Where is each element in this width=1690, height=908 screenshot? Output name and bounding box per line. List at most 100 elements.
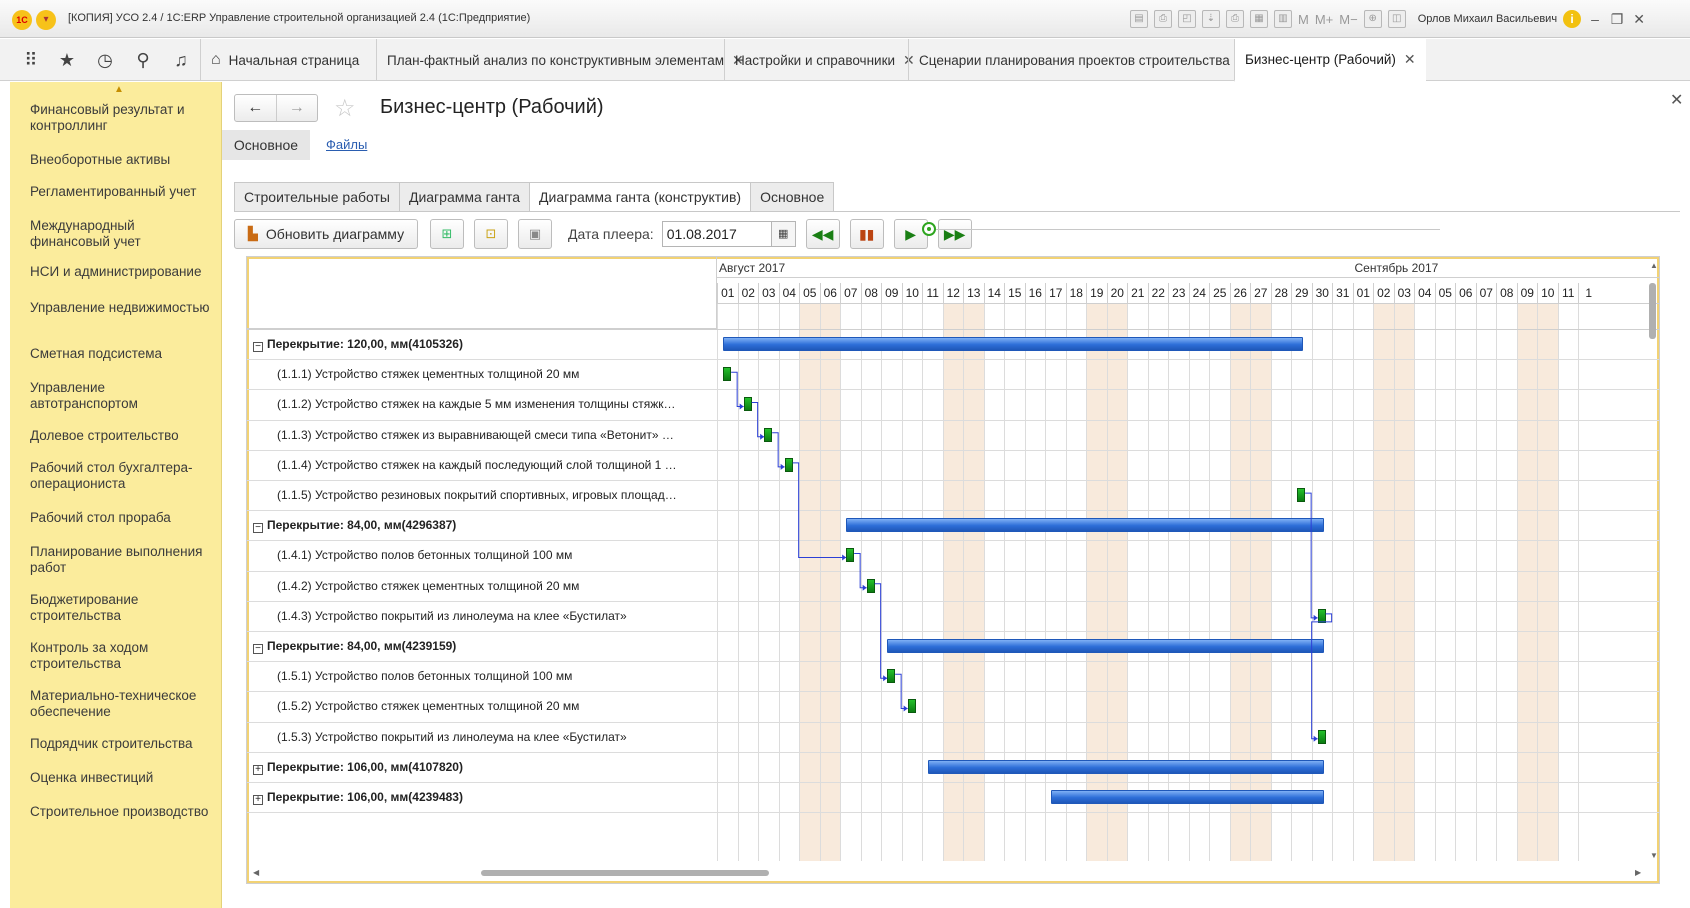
dependency-arrowhead	[903, 705, 908, 712]
refresh-chart-button[interactable]: ▙ Обновить диаграмму	[234, 219, 418, 249]
open-pages-bar: ⠿ ★ ◷ ⚲ ♫ ⌂ Начальная страница План-факт…	[0, 39, 1690, 82]
current-user[interactable]: Орлов Михаил Васильевич	[1418, 13, 1557, 25]
close-icon[interactable]: ✕	[1404, 51, 1416, 68]
memory-m-button[interactable]: М	[1298, 12, 1309, 27]
search-icon[interactable]: ⚲	[132, 49, 154, 71]
info-icon[interactable]: i	[1563, 10, 1582, 28]
link-icon[interactable]: ⇣	[1202, 10, 1220, 28]
scroll-down-icon[interactable]: ▼	[1650, 851, 1658, 860]
sidebar-item[interactable]: Управление автотранспортом	[30, 380, 216, 412]
player-slider-track[interactable]	[930, 229, 1440, 232]
sidebar-item[interactable]: НСИ и администрирование	[30, 264, 216, 280]
forward-arrow-icon[interactable]: →	[275, 95, 318, 121]
restore-icon[interactable]: ❐	[1609, 11, 1625, 28]
sidebar-item[interactable]: Оценка инвестиций	[30, 770, 216, 786]
tab-planning-scenarios[interactable]: Сценарии планирования проектов строитель…	[908, 39, 1259, 81]
collapse-all-button[interactable]: ⊡	[474, 219, 508, 249]
main-menu-icon[interactable]: ▾	[36, 10, 56, 30]
sidebar-item[interactable]: Сметная подсистема	[30, 346, 216, 362]
dependency-arrowhead	[1313, 735, 1318, 742]
horizontal-scrollbar[interactable]	[257, 869, 1647, 877]
scroll-left-icon[interactable]: ◀	[253, 868, 259, 877]
subtab-files-link[interactable]: Файлы	[326, 137, 367, 152]
sidebar-item[interactable]: Долевое строительство	[30, 428, 216, 444]
dependency-arrowhead	[760, 433, 765, 440]
back-arrow-icon[interactable]: ←	[235, 95, 276, 121]
tab-label: Сценарии планирования проектов строитель…	[919, 52, 1230, 68]
calendar-picker-icon[interactable]: ▦	[771, 221, 796, 247]
fast-forward-button[interactable]: ▶▶	[937, 219, 972, 249]
favorites-star-icon[interactable]: ★	[56, 49, 78, 71]
app-logo-icon: 1С	[12, 10, 32, 30]
subtab-main[interactable]: Основное	[222, 130, 310, 160]
pause-button[interactable]: ▮▮	[849, 219, 884, 249]
vertical-scrollbar[interactable]	[1647, 257, 1659, 861]
sidebar-item[interactable]: Планирование выполнения работ	[30, 544, 216, 576]
tab-construction-works[interactable]: Строительные работы	[234, 182, 400, 212]
calculator-icon[interactable]: ▦	[1250, 10, 1268, 28]
scroll-right-icon[interactable]: ▶	[1635, 868, 1641, 877]
dependency-arrowhead	[780, 463, 785, 470]
play-button[interactable]: ▶	[893, 219, 928, 249]
sidebar-item[interactable]: Управление недвижимостью	[30, 300, 216, 316]
tab-label: План-фактный анализ по конструктивным эл…	[387, 52, 724, 68]
sidebar-item[interactable]: Подрядчик строительства	[30, 736, 216, 752]
rewind-icon: ◀◀	[811, 225, 834, 242]
refresh-chart-label: Обновить диаграмму	[265, 226, 405, 242]
player-slider-knob[interactable]	[922, 222, 936, 236]
horizontal-scroll-thumb[interactable]	[481, 870, 769, 876]
sidebar-item[interactable]: Регламентированный учет	[30, 184, 216, 200]
play-icon: ▶	[905, 225, 917, 242]
settings-button[interactable]: ▣	[518, 219, 552, 249]
scroll-up-icon[interactable]: ▲	[1650, 261, 1658, 270]
history-nav: ← →	[234, 94, 318, 122]
panel-icon[interactable]: ◫	[1387, 10, 1406, 28]
apps-grid-icon[interactable]: ⠿	[20, 49, 42, 71]
dependency-arrowhead	[842, 554, 847, 561]
tab-main[interactable]: Основное	[751, 182, 835, 212]
sidebar-item[interactable]: Материально-техническое обеспечение	[30, 688, 216, 720]
rewind-button[interactable]: ◀◀	[805, 219, 840, 249]
favorite-star-icon[interactable]: ☆	[334, 94, 356, 123]
preview-icon[interactable]: ◰	[1178, 10, 1196, 28]
tab-plan-fact-analysis[interactable]: План-фактный анализ по конструктивным эл…	[376, 39, 754, 81]
gantt-chart: Август 2017 Сентябрь 2017 01 02 03 04 05 06 07 08…	[246, 256, 1660, 884]
sidebar-item[interactable]: Рабочий стол бухгалтера-операциониста	[30, 460, 216, 492]
sidebar-item[interactable]: Строительное производство	[30, 804, 216, 820]
sidebar-item[interactable]: Международный финансовый учет	[30, 218, 216, 250]
player-date-input[interactable]	[661, 221, 772, 247]
dependency-link	[854, 553, 867, 589]
tab-gantt-constructive[interactable]: Диаграмма ганта (конструктив)	[530, 182, 752, 212]
zoom-icon[interactable]: ⊕	[1363, 10, 1382, 28]
tab-business-center[interactable]: Бизнес-центр (Рабочий) ✕	[1234, 39, 1426, 82]
print-icon[interactable]: ⎙	[1154, 10, 1172, 28]
dependency-link	[874, 583, 888, 679]
sidebar-item[interactable]: Контроль за ходом строительства	[30, 640, 216, 672]
minimize-icon[interactable]: –	[1587, 11, 1603, 27]
sidebar-item[interactable]: Бюджетирование строительства	[30, 592, 216, 624]
tab-label: Начальная страница	[228, 52, 360, 68]
close-window-icon[interactable]: ✕	[1631, 11, 1647, 28]
calendar-icon[interactable]: ▥	[1274, 10, 1292, 28]
settings-icon: ▣	[528, 226, 542, 241]
dependency-link	[792, 462, 847, 558]
memory-plus-button[interactable]: М+	[1315, 12, 1333, 27]
tab-gantt[interactable]: Диаграмма ганта	[399, 182, 531, 212]
sections-sidebar: ▲ Финансовый результат и контроллинг Внео…	[10, 82, 222, 908]
tab-settings[interactable]: Настройки и справочники ✕	[724, 39, 925, 81]
history-icon[interactable]: ◷	[94, 49, 116, 71]
expand-all-button[interactable]: ⊞	[430, 219, 464, 249]
sidebar-item[interactable]: Финансовый результат и контроллинг	[30, 102, 216, 134]
close-form-icon[interactable]: ✕	[1670, 90, 1683, 110]
tab-home[interactable]: ⌂ Начальная страница	[200, 39, 369, 81]
memory-minus-button[interactable]: М−	[1339, 12, 1357, 27]
save-icon[interactable]: ▤	[1130, 10, 1148, 28]
tab-label: Бизнес-центр (Рабочий)	[1245, 52, 1396, 67]
sidebar-item[interactable]: Внеоборотные активы	[30, 152, 216, 168]
vertical-scroll-thumb[interactable]	[1649, 283, 1656, 339]
dependency-link	[1305, 492, 1318, 619]
print-preview-icon[interactable]: ⎙	[1226, 10, 1244, 28]
sidebar-item[interactable]: Рабочий стол прораба	[30, 510, 216, 526]
notifications-bell-icon[interactable]: ♫	[170, 49, 192, 71]
scroll-up-icon[interactable]: ▲	[114, 84, 124, 95]
